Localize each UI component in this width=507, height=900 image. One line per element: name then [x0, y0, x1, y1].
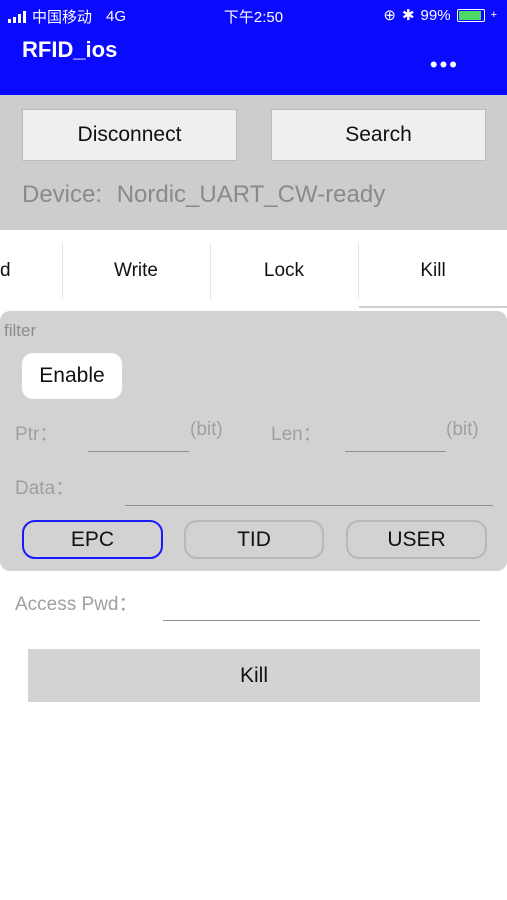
tab-lock[interactable]: Lock: [210, 243, 358, 299]
bank-tid-button[interactable]: TID: [184, 520, 324, 559]
kill-button[interactable]: Kill: [28, 649, 480, 702]
data-label: Data：: [15, 478, 75, 499]
status-bar: 中国移动 4G 下午2:50 ⊕ ✱ 99% +: [0, 0, 507, 30]
more-menu-icon[interactable]: •••: [430, 54, 459, 76]
bank-user-button[interactable]: USER: [346, 520, 487, 559]
access-pwd-label: Access Pwd：: [15, 594, 138, 615]
len-input[interactable]: [345, 451, 446, 452]
battery-percent: 99%: [420, 6, 451, 24]
device-name: Nordic_UART_CW-ready: [116, 181, 386, 208]
status-right: ⊕ ✱ 99% +: [383, 6, 497, 25]
filter-panel: filter Enable Ptr： (bit) Len： (bit) Data…: [0, 311, 507, 571]
ptr-input[interactable]: [88, 451, 189, 452]
connection-panel: Disconnect Search Device: Nordic_UART_CW…: [0, 95, 507, 230]
enable-filter-button[interactable]: Enable: [22, 353, 122, 399]
access-pwd-input[interactable]: [163, 620, 480, 621]
battery-icon: [456, 8, 485, 22]
tab-bar: d Write Lock Kill: [0, 243, 507, 309]
len-unit: (bit): [446, 419, 479, 440]
data-input[interactable]: [125, 505, 493, 506]
disconnect-button[interactable]: Disconnect: [22, 109, 237, 161]
charging-icon: +: [490, 9, 497, 21]
search-button[interactable]: Search: [271, 109, 486, 161]
tab-write[interactable]: Write: [62, 243, 210, 299]
bank-epc-button[interactable]: EPC: [22, 520, 163, 559]
app-title: RFID_ios: [22, 37, 118, 62]
device-prefix: Device:: [22, 181, 103, 208]
len-label: Len：: [271, 424, 322, 445]
ptr-unit: (bit): [190, 419, 223, 440]
navigation-bar: 中国移动 4G 下午2:50 ⊕ ✱ 99% + RFID_ios •••: [0, 0, 507, 95]
orientation-lock-icon: ⊕: [383, 7, 396, 24]
tab-selected-indicator: [359, 306, 507, 308]
tab-read[interactable]: d: [0, 243, 12, 299]
tab-kill[interactable]: Kill: [359, 243, 507, 299]
device-status: Device: Nordic_UART_CW-ready: [22, 181, 385, 209]
filter-section-label: filter: [4, 321, 37, 340]
bluetooth-icon: ✱: [401, 7, 415, 24]
ptr-label: Ptr：: [15, 424, 59, 445]
